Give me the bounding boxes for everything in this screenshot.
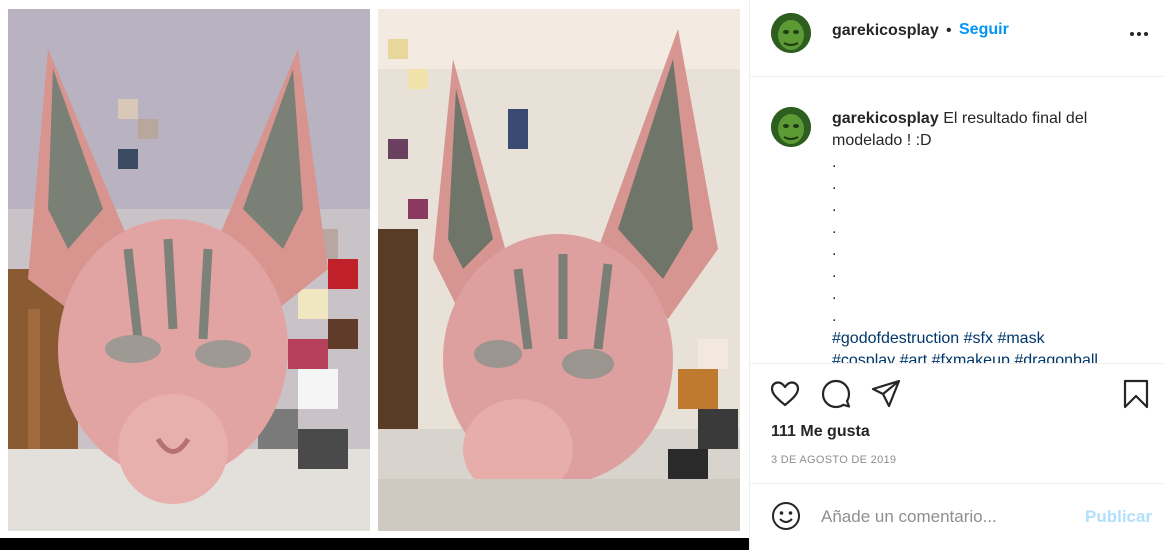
separator-dot: • (946, 22, 952, 39)
bookmark-icon[interactable] (1120, 378, 1152, 410)
share-icon[interactable] (870, 378, 902, 410)
emoji-icon[interactable] (771, 501, 801, 531)
caption-dot: . (832, 220, 837, 237)
post-actions: 111 Me gusta 3 DE AGOSTO DE 2019 (750, 364, 1164, 484)
comment-input[interactable] (821, 505, 1071, 529)
caption-dot: . (832, 286, 837, 303)
likes-count[interactable]: 111 Me gusta (771, 423, 870, 441)
caption-dot: . (832, 308, 837, 325)
post-photo-left (8, 9, 370, 531)
caption-username[interactable]: garekicosplay (832, 110, 939, 127)
caption-dot: . (832, 264, 837, 281)
more-options-icon[interactable] (1127, 24, 1151, 44)
comment-bar: Publicar (750, 484, 1164, 550)
heart-icon[interactable] (769, 378, 801, 410)
follow-button[interactable]: Seguir (959, 21, 1009, 39)
caption-dot: . (832, 176, 837, 193)
post-username[interactable]: garekicosplay (832, 22, 939, 40)
post-media[interactable] (0, 0, 749, 538)
media-bottom-bar (0, 538, 749, 550)
caption-dot: . (832, 242, 837, 259)
avatar[interactable] (771, 13, 811, 53)
caption-avatar[interactable] (771, 107, 811, 147)
post-header: garekicosplay • Seguir (750, 0, 1164, 77)
post-side-panel: garekicosplay • Seguir garekicosplay El … (749, 0, 1164, 550)
post-caption: garekicosplay El resultado final del mod… (750, 77, 1164, 364)
caption-dot: . (832, 154, 837, 171)
caption-hashtags[interactable]: #godofdestruction #sfx #mask (832, 328, 1142, 350)
caption-hashtags-2[interactable]: #cosplay #art #fxmakeup #dragonball (832, 350, 1142, 363)
comment-icon[interactable] (820, 378, 852, 410)
caption-dot: . (832, 198, 837, 215)
caption-dots: . . . . . . . . (832, 152, 1142, 328)
publish-button[interactable]: Publicar (1085, 507, 1152, 527)
post-photo-right (378, 9, 740, 531)
post-date: 3 DE AGOSTO DE 2019 (771, 454, 897, 466)
caption-body: garekicosplay El resultado final del mod… (832, 108, 1142, 363)
